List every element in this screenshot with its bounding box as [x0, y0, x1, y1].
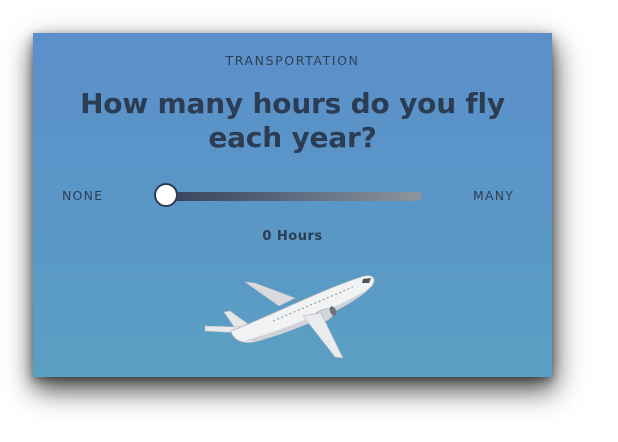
hours-value: 0 Hours: [262, 229, 323, 244]
question-title: How many hours do you fly each year?: [80, 87, 505, 154]
airplane-icon: [204, 275, 375, 359]
category-label: TRANSPORTATION: [225, 53, 360, 68]
slider-min-label: NONE: [62, 188, 104, 203]
question-card: TRANSPORTATION How many hours do you fly…: [33, 33, 552, 377]
hours-slider[interactable]: [154, 183, 422, 207]
screenshot-stage: TRANSPORTATION How many hours do you fly…: [0, 0, 618, 442]
slider-thumb[interactable]: [154, 183, 178, 207]
slider-max-label: MANY: [473, 188, 515, 203]
